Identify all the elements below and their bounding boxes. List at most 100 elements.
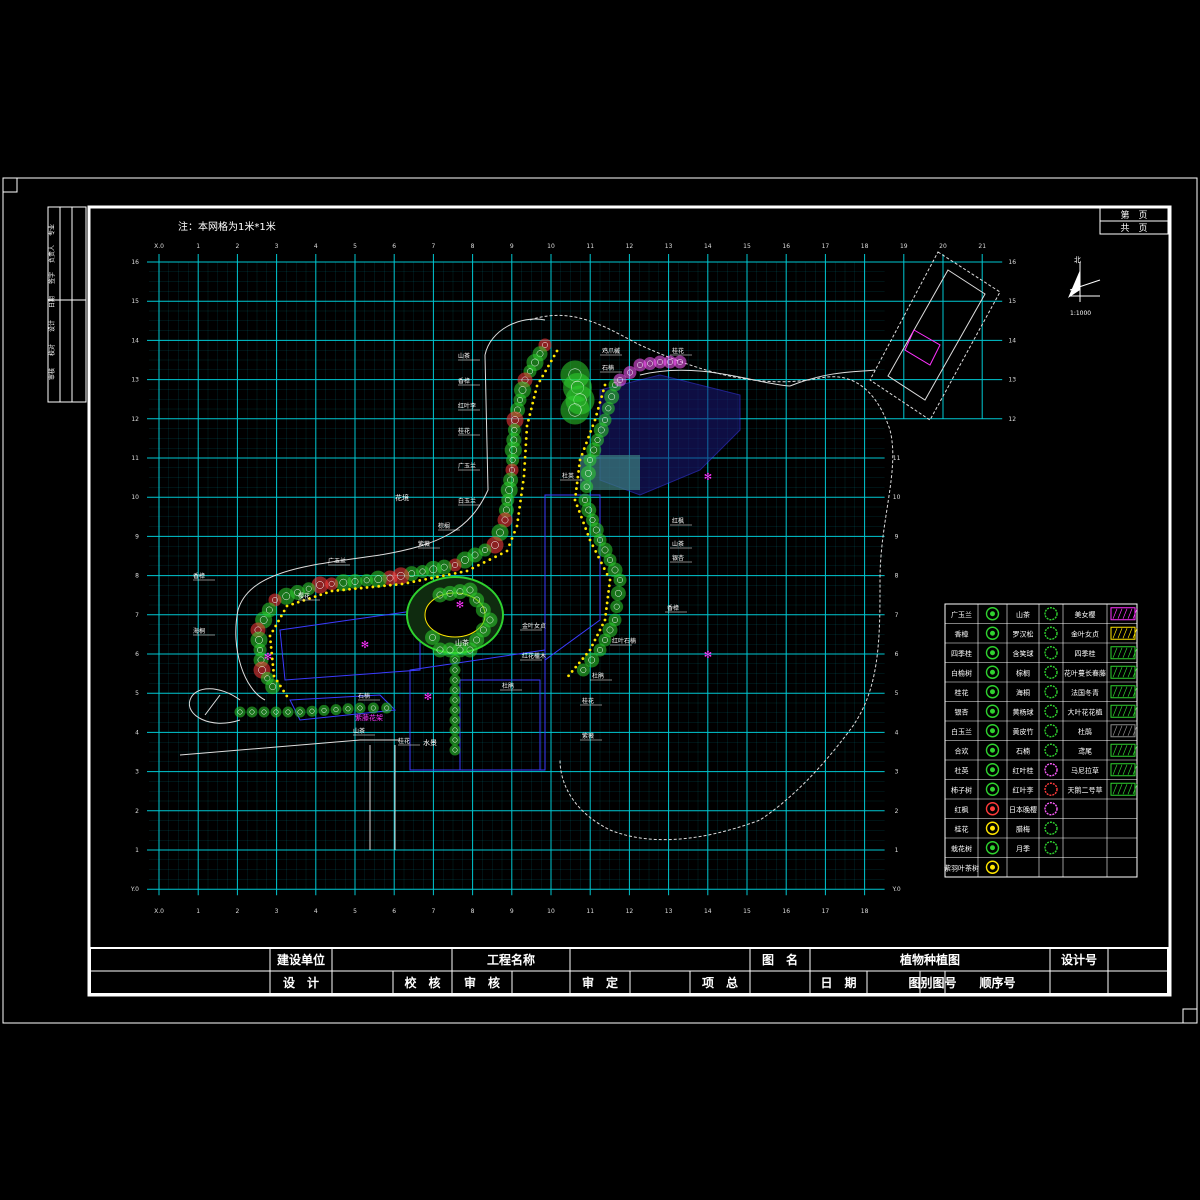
grid-x-top-label: 2 bbox=[235, 243, 239, 250]
grid-x-bottom-label: 1 bbox=[196, 908, 200, 915]
shrub-dot bbox=[516, 518, 520, 522]
legend-shrub-icon bbox=[1044, 821, 1058, 835]
plant-label: 白玉兰 bbox=[458, 497, 476, 505]
shrub-dot bbox=[549, 359, 553, 363]
shrub-dot bbox=[544, 369, 547, 373]
legend-label: 石楠 bbox=[1016, 746, 1030, 755]
grid-y-left-label: 1 bbox=[135, 847, 139, 854]
grid-x-bottom-label: 2 bbox=[235, 908, 239, 915]
legend-label: 银杏 bbox=[955, 707, 969, 716]
plant-legend: 广玉兰香樟四季桂白榆树桂花银杏白玉兰合欢杜英柿子树红枫桂花栽花树紫羽叶茶树山茶罗… bbox=[944, 603, 1138, 878]
legend-tree-icon-core bbox=[990, 650, 995, 656]
path-edge bbox=[235, 318, 546, 701]
shrub-dot bbox=[580, 452, 584, 456]
legend-label: 紫羽叶茶树 bbox=[944, 863, 979, 872]
legend-tree-icon-core bbox=[990, 845, 995, 851]
shrub-dot bbox=[603, 618, 607, 622]
corner-box-right bbox=[1182, 1008, 1198, 1024]
shrub-dot bbox=[330, 589, 334, 593]
grid-y-left-label: 15 bbox=[131, 298, 139, 305]
accent-mark: ✻ bbox=[361, 640, 369, 651]
shrub-dot bbox=[596, 406, 600, 410]
shrub-dot bbox=[529, 407, 533, 411]
grid-y-left-label: 12 bbox=[131, 416, 139, 423]
shrub-dot bbox=[522, 474, 526, 478]
grid-y-left-label: 2 bbox=[135, 808, 139, 815]
legend-label: 马尼拉草 bbox=[1071, 766, 1099, 775]
shrub-dot bbox=[582, 447, 586, 450]
grid-y-right-label: 8 bbox=[895, 573, 899, 580]
legend-tree-icon-core bbox=[990, 728, 995, 734]
legend-shrub-icon bbox=[1044, 607, 1058, 621]
legend-label: 黄皮竹 bbox=[1013, 727, 1034, 736]
shrub-dot bbox=[531, 401, 535, 405]
grid-note: 注：本网格为1米*1米 bbox=[178, 220, 276, 233]
shrub-dot bbox=[499, 552, 503, 556]
legend-tree-icon-core bbox=[990, 864, 995, 870]
shrub-dot bbox=[528, 413, 532, 416]
shrub-dot bbox=[271, 663, 275, 666]
legend-label: 罗汉松 bbox=[1013, 629, 1034, 638]
grid-x-bottom-label: 6 bbox=[392, 908, 396, 915]
tree-symbol bbox=[580, 465, 596, 481]
shrub-dot bbox=[601, 623, 604, 627]
accent-mark: ✻ bbox=[424, 692, 432, 703]
tree-symbol bbox=[234, 706, 246, 718]
grid-x-bottom-label: 7 bbox=[431, 908, 435, 915]
legend-shrub-icon bbox=[1044, 665, 1058, 679]
grid-x-top-label: 8 bbox=[471, 243, 475, 250]
shrub-dot bbox=[459, 570, 463, 574]
shrub-dot bbox=[603, 383, 607, 387]
plant-label: 樱花 bbox=[298, 592, 310, 600]
shrub-dot bbox=[607, 584, 611, 588]
shrub-dot bbox=[575, 504, 579, 508]
shrub-dot bbox=[570, 670, 574, 673]
legend-shrub-icon bbox=[1044, 763, 1058, 777]
shrub-dot bbox=[598, 628, 602, 632]
shrub-dot bbox=[412, 580, 416, 584]
shrub-dot bbox=[574, 665, 578, 669]
tree-symbol bbox=[432, 642, 448, 658]
strip-label: 审核 bbox=[48, 368, 56, 380]
legend-tree-icon-core bbox=[990, 708, 995, 714]
legend-shrub-icon bbox=[1044, 841, 1058, 855]
legend-label: 红枫 bbox=[955, 805, 969, 814]
grid-x-bottom-label: 9 bbox=[510, 908, 514, 915]
legend-label: 栽花树 bbox=[951, 844, 972, 853]
legend-tree-icon-core bbox=[990, 747, 995, 753]
shrub-dot bbox=[577, 510, 581, 513]
legend-label: 天鹅二号草 bbox=[1068, 785, 1103, 794]
strip-label: 签字 bbox=[48, 272, 56, 284]
strip-label: 设计 bbox=[48, 320, 56, 332]
shrub-dot bbox=[607, 590, 610, 593]
shrub-dot bbox=[567, 674, 570, 678]
shrub-dot bbox=[342, 588, 346, 592]
tree-symbol bbox=[270, 706, 282, 718]
grid-x-top-label: 17 bbox=[822, 243, 830, 250]
page-total-label: 共 页 bbox=[1120, 223, 1147, 234]
shrub-dot bbox=[441, 574, 445, 578]
tree-symbol bbox=[560, 395, 590, 425]
legend-shrub-icon bbox=[1044, 782, 1058, 796]
shrub-dot bbox=[591, 544, 595, 548]
shrub-dot bbox=[591, 643, 594, 647]
shrub-dot bbox=[275, 679, 279, 683]
legend-tree-icon-core bbox=[990, 630, 995, 636]
tree-symbol bbox=[449, 704, 461, 716]
legend-label: 白榆树 bbox=[951, 668, 972, 677]
plant-label: 红花檵木 bbox=[522, 652, 546, 660]
shrub-dot bbox=[269, 640, 272, 644]
title-cell: 审 核 bbox=[464, 975, 500, 990]
plant-label: 红枫 bbox=[672, 517, 684, 525]
legend-label: 白玉兰 bbox=[951, 727, 972, 736]
plant-label: 银杏 bbox=[672, 554, 684, 562]
grid-x-bottom-label: 14 bbox=[704, 908, 712, 915]
legend-label: 桂花 bbox=[955, 688, 969, 697]
legend-label: 鸢尾 bbox=[1078, 746, 1092, 755]
shrub-dot bbox=[515, 524, 519, 528]
shrub-dot bbox=[589, 430, 593, 433]
tree-symbol bbox=[282, 706, 294, 718]
svg-text:北: 北 bbox=[1074, 256, 1081, 264]
grid-x-top-label: 18 bbox=[861, 243, 869, 250]
legend-tree-icon-core bbox=[990, 786, 995, 792]
